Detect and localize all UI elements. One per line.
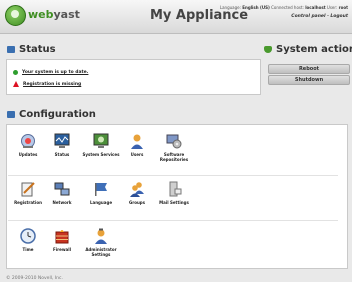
configuration-heading: Configuration	[7, 109, 96, 120]
language-flag-icon	[93, 181, 109, 197]
webyast-logo-icon	[5, 5, 26, 26]
logo-text: webyast	[28, 8, 80, 21]
status-heading: Status	[7, 44, 56, 55]
user-value: root	[338, 5, 348, 10]
monitor-icon	[7, 46, 15, 53]
logout-link[interactable]: Logout	[330, 14, 348, 19]
status-panel: Your system is up to date. Registration …	[6, 59, 261, 95]
module-network[interactable]: Network	[40, 181, 84, 205]
system-actions-heading: System actions	[264, 44, 352, 55]
ok-status-icon	[13, 70, 18, 75]
language-value: English (US)	[242, 5, 270, 10]
shutdown-button[interactable]: Shutdown	[268, 75, 350, 85]
user-icon	[129, 133, 145, 149]
reboot-button[interactable]: Reboot	[268, 64, 350, 74]
footer-copyright: © 2009-2010 Novell, Inc.	[6, 276, 63, 281]
mail-settings-icon	[166, 181, 182, 197]
warning-icon	[13, 81, 19, 87]
status-monitor-icon	[54, 133, 70, 149]
status-item-registration[interactable]: Registration is missing	[13, 81, 81, 87]
header-info: Language: English (US) Connected host: l…	[219, 5, 348, 19]
firewall-icon	[54, 228, 70, 244]
row-divider	[8, 220, 338, 221]
top-header: webyast My Appliance Language: English (…	[0, 0, 352, 34]
module-firewall[interactable]: Firewall	[40, 228, 84, 252]
status-item-updates[interactable]: Your system is up to date.	[13, 70, 88, 75]
updates-icon	[20, 133, 36, 149]
administrator-icon	[93, 228, 109, 244]
network-icon	[54, 181, 70, 197]
registration-icon	[20, 181, 36, 197]
module-administrator-settings[interactable]: Administrator Settings	[79, 228, 123, 257]
module-software-repositories[interactable]: Software Repositories	[152, 133, 196, 162]
module-status[interactable]: Status	[40, 133, 84, 157]
shield-icon	[264, 46, 272, 53]
row-divider	[8, 175, 338, 176]
repositories-icon	[166, 133, 182, 149]
system-services-icon	[93, 133, 109, 149]
control-panel-link[interactable]: Control panel	[291, 14, 325, 19]
groups-icon	[129, 181, 145, 197]
config-monitor-icon	[7, 111, 15, 118]
host-value: localhost	[305, 5, 326, 10]
clock-icon	[20, 228, 36, 244]
module-mail-settings[interactable]: Mail Settings	[152, 181, 196, 205]
